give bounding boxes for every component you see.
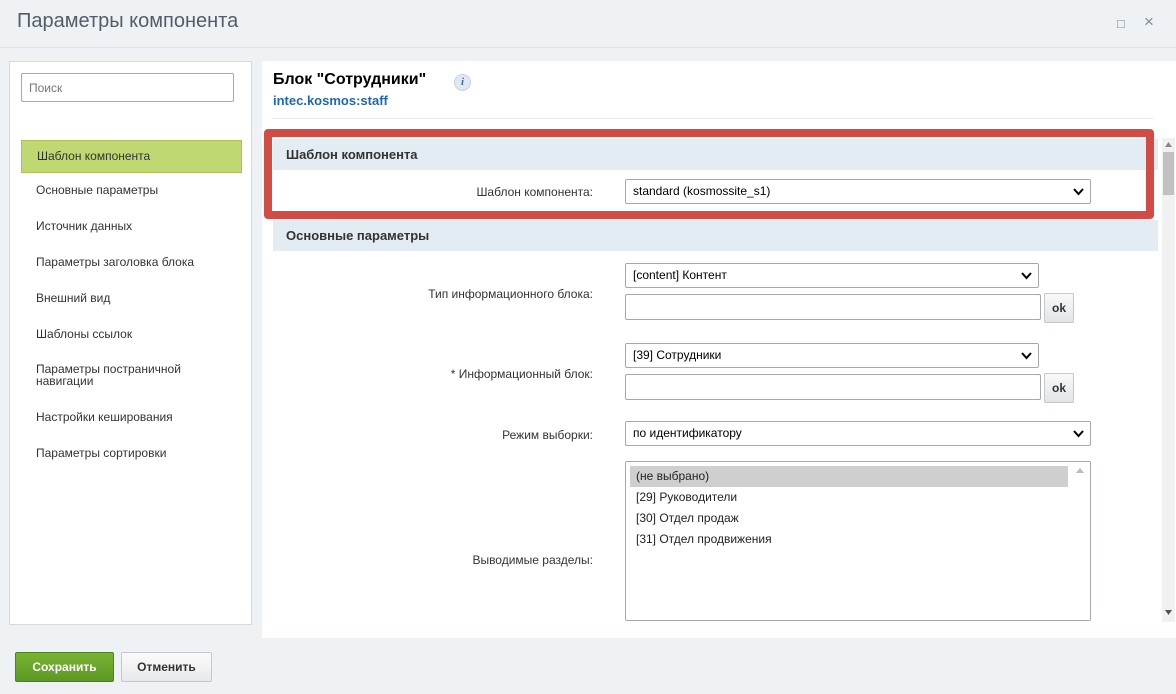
section-header-main-params: Основные параметры <box>273 220 1158 251</box>
scroll-up-icon[interactable] <box>1165 142 1172 147</box>
window-title: Параметры компонента <box>17 10 239 32</box>
iblock-type-input[interactable] <box>625 294 1041 320</box>
chevron-down-icon <box>1073 188 1084 196</box>
iblock-type-select[interactable]: [content] Контент <box>625 263 1039 288</box>
scroll-down-icon[interactable] <box>1165 610 1172 615</box>
list-item[interactable]: [31] Отдел продвижения <box>630 529 1068 550</box>
cancel-button[interactable]: Отменить <box>121 652 212 682</box>
sidebar-item-link-templates[interactable]: Шаблоны ссылок <box>21 320 242 356</box>
template-select-value: standard (kosmossite_s1) <box>633 184 771 198</box>
mode-select-value: по идентификатору <box>633 426 742 440</box>
dialog-footer: Сохранить Отменить <box>0 638 1176 694</box>
params-scroll-area: Шаблон компонента Шаблон компонента: sta… <box>273 139 1158 621</box>
sections-listbox[interactable]: (не выбрано) [29] Руководители [30] Отде… <box>625 461 1091 621</box>
header-divider <box>273 118 1153 119</box>
save-button[interactable]: Сохранить <box>15 652 114 682</box>
main-panel: Блок "Сотрудники" i intec.kosmos:staff Ш… <box>262 61 1176 638</box>
sections-options: (не выбрано) [29] Руководители [30] Отде… <box>626 462 1090 550</box>
scrollbar-thumb[interactable] <box>1163 152 1174 195</box>
sidebar-item-pagination[interactable]: Параметры постраничной навигации <box>21 356 242 403</box>
maximize-icon[interactable]: □ <box>1117 16 1125 31</box>
chevron-down-icon <box>1021 272 1032 280</box>
iblock-type-ok-button[interactable]: ok <box>1044 293 1074 323</box>
iblock-type-select-value: [content] Контент <box>633 268 727 282</box>
close-icon[interactable]: × <box>1144 12 1154 32</box>
info-icon[interactable]: i <box>454 74 471 91</box>
mode-select[interactable]: по идентификатору <box>625 421 1091 446</box>
mode-label: Режим выборки: <box>502 428 593 442</box>
sidebar-item-block-header[interactable]: Параметры заголовка блока <box>21 248 242 284</box>
sidebar-nav: Шаблон компонента Основные параметры Ист… <box>21 140 242 475</box>
list-item[interactable]: [29] Руководители <box>630 487 1068 508</box>
sidebar-item-caching[interactable]: Настройки кеширования <box>21 403 242 439</box>
scroll-up-icon[interactable] <box>1076 467 1084 473</box>
window-titlebar: Параметры компонента □ × <box>0 0 1176 48</box>
listbox-scrollbar[interactable] <box>1070 462 1090 620</box>
component-title: Блок "Сотрудники" <box>273 71 427 88</box>
template-select[interactable]: standard (kosmossite_s1) <box>625 179 1091 204</box>
iblock-label: * Информационный блок: <box>450 367 593 381</box>
iblock-ok-button[interactable]: ok <box>1044 373 1074 403</box>
chevron-down-icon <box>1021 352 1032 360</box>
list-item[interactable]: [30] Отдел продаж <box>630 508 1068 529</box>
component-code: intec.kosmos:staff <box>273 93 388 108</box>
sidebar-item-appearance[interactable]: Внешний вид <box>21 284 242 320</box>
iblock-input[interactable] <box>625 374 1041 400</box>
iblock-select-value: [39] Сотрудники <box>633 348 722 362</box>
sidebar-item-data-source[interactable]: Источник данных <box>21 212 242 248</box>
iblock-select[interactable]: [39] Сотрудники <box>625 343 1039 368</box>
sidebar-item-component-template[interactable]: Шаблон компонента <box>21 140 242 173</box>
iblock-type-label: Тип информационного блока: <box>428 287 593 301</box>
list-item[interactable]: (не выбрано) <box>630 466 1068 487</box>
search-input[interactable] <box>21 73 234 102</box>
sidebar-item-sorting[interactable]: Параметры сортировки <box>21 439 242 475</box>
section-header-template: Шаблон компонента <box>273 139 1158 170</box>
sidebar-item-main-params[interactable]: Основные параметры <box>21 176 242 212</box>
params-scrollbar[interactable] <box>1162 138 1175 622</box>
template-label: Шаблон компонента: <box>476 185 593 199</box>
sidebar: Шаблон компонента Основные параметры Ист… <box>9 61 252 625</box>
dialog-body: Шаблон компонента Основные параметры Ист… <box>0 48 1176 638</box>
chevron-down-icon <box>1073 430 1084 438</box>
sections-label: Выводимые разделы: <box>472 553 593 567</box>
